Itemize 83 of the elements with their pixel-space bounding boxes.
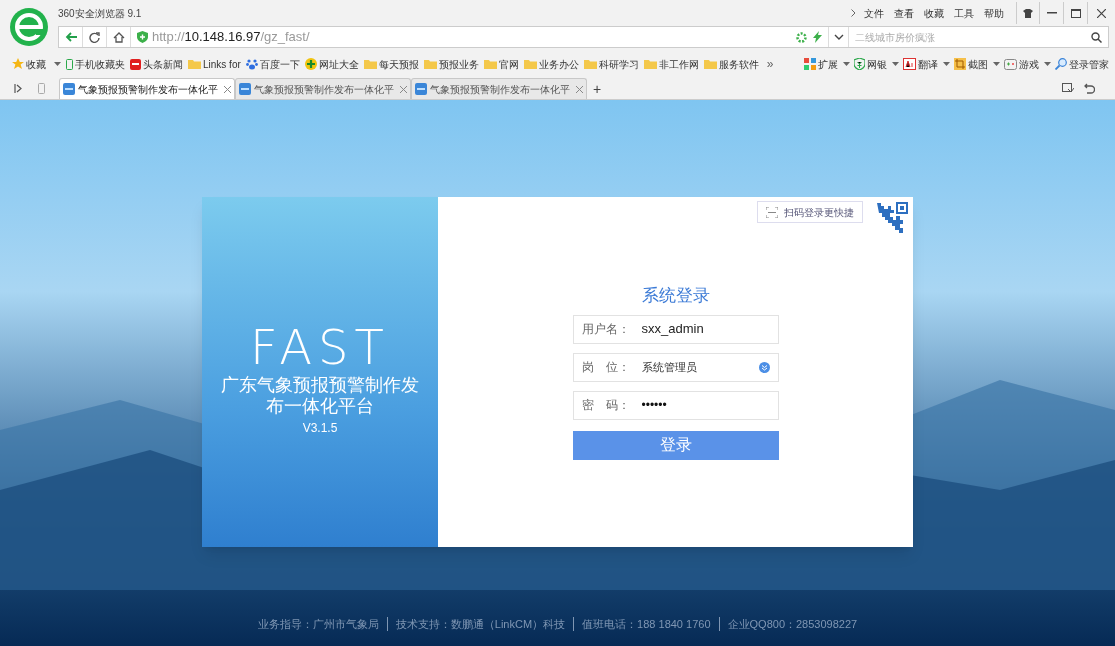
undo-icon[interactable] [1084, 83, 1095, 94]
bookmark-link[interactable]: 手机收藏夹 [66, 56, 125, 72]
qr-hint-card[interactable]: 扫码登录更快捷 [757, 201, 863, 223]
menu-item[interactable]: 帮助 [984, 5, 1004, 21]
restore-tab-icon[interactable] [1062, 83, 1074, 94]
bookmark-link[interactable]: 百度一下 [245, 56, 300, 72]
close-icon [1097, 8, 1106, 18]
bookmark-link[interactable]: 业务办公 [523, 56, 579, 72]
toolbar-button[interactable]: 扩展 [804, 56, 850, 72]
menu-item[interactable]: 工具 [954, 5, 974, 21]
toolbar-button[interactable]: 翻译 [903, 56, 950, 72]
folder-icon [363, 59, 377, 69]
footer-text: 企业QQ800：2853098227 [727, 616, 858, 632]
toolbar-button[interactable]: 游戏 [1004, 56, 1051, 72]
screenshot-icon [954, 58, 966, 70]
footer-text: 技术支持：数鹏通（LinkCM）科技 [395, 616, 566, 632]
version-label: V3.1.5 [302, 420, 338, 437]
magnifier-icon [1055, 58, 1067, 70]
folder-icon [703, 59, 717, 69]
bookmark-link[interactable]: 网址大全 [304, 56, 359, 72]
footer-text: 值班电话：188 1840 1760 [582, 616, 711, 632]
folder-icon [423, 59, 437, 69]
username-field[interactable]: 用户名： sxx_admin [572, 314, 779, 344]
chevron-icon[interactable] [851, 9, 856, 17]
fast-logo: FAST [250, 323, 390, 371]
chevron-down-icon [758, 361, 770, 373]
toolbar-button[interactable]: 网银 [854, 56, 899, 72]
window-title: 360安全浏览器 9.1 [58, 6, 142, 21]
caret-icon [843, 62, 850, 66]
maximize-icon [1070, 8, 1081, 18]
bookmark-link[interactable]: 官网 [483, 56, 519, 72]
shirt-icon [1023, 8, 1033, 18]
page-icon [239, 83, 251, 95]
caret-icon [993, 62, 1000, 66]
browser-tab[interactable]: 气象预报预警制作发布一体化平 [59, 78, 235, 99]
new-tab-button[interactable]: + [587, 79, 608, 99]
shield-icon [854, 58, 865, 70]
folder-icon [583, 59, 597, 69]
folder-icon [483, 59, 497, 69]
page-icon [63, 83, 75, 95]
platform-title: 广东气象预报预警制作发布一体化平台 [220, 375, 420, 417]
minimize-icon [1046, 12, 1057, 14]
phone-icon [66, 58, 73, 70]
caret-icon [892, 62, 899, 66]
bookmark-link[interactable]: 收藏 [12, 56, 46, 72]
toolbar-button[interactable]: 截图 [954, 56, 1000, 72]
sidebar-toggle-icon[interactable] [14, 84, 22, 93]
browser-tab[interactable]: 气象预报预警制作发布一体化平 [411, 78, 587, 99]
gamepad-icon [1004, 58, 1017, 70]
menu-item[interactable]: 文件 [864, 5, 884, 21]
folder-icon [188, 59, 201, 69]
folder-icon [643, 59, 657, 69]
folder-icon [523, 59, 537, 69]
footer-text: 业务指导：广州市气象局 [257, 616, 379, 632]
browser-logo-icon [10, 8, 48, 46]
caret-icon [1044, 62, 1051, 66]
caret-icon [943, 62, 950, 66]
scan-icon [766, 206, 778, 218]
bookmark-link[interactable]: 头条新闻 [130, 56, 183, 72]
bookmark-link[interactable]: 非工作网 [643, 56, 699, 72]
browser-tab[interactable]: 气象预报预警制作发布一体化平 [235, 78, 411, 99]
caret-icon [54, 62, 61, 66]
grid-icon [804, 58, 816, 70]
toolbar-button[interactable]: 登录管家 [1055, 56, 1109, 72]
star-icon [12, 58, 24, 70]
translate-icon [903, 58, 916, 70]
paw-icon [245, 58, 258, 70]
bookmark-link[interactable]: Links for [188, 56, 241, 72]
bookmark-link[interactable]: 服务软件 [703, 56, 759, 72]
more-bookmarks-button[interactable]: » [766, 55, 774, 73]
password-field[interactable]: 密 码： •••••• [572, 390, 779, 420]
bookmark-link[interactable]: 预报业务 [423, 56, 479, 72]
page-icon [415, 83, 427, 95]
close-tab-icon[interactable] [400, 85, 407, 93]
close-tab-icon[interactable] [224, 85, 231, 93]
position-dropdown[interactable]: 岗 位： 系统管理员 [572, 352, 779, 382]
menu-item[interactable]: 查看 [894, 5, 914, 21]
news-icon [130, 58, 141, 70]
menu-item[interactable]: 收藏 [924, 5, 944, 21]
bookmark-link[interactable]: 科研学习 [583, 56, 639, 72]
bookmark-link[interactable]: 每天预报 [363, 56, 419, 72]
login-heading: 系统登录 [641, 285, 710, 307]
close-tab-icon[interactable] [576, 85, 583, 93]
